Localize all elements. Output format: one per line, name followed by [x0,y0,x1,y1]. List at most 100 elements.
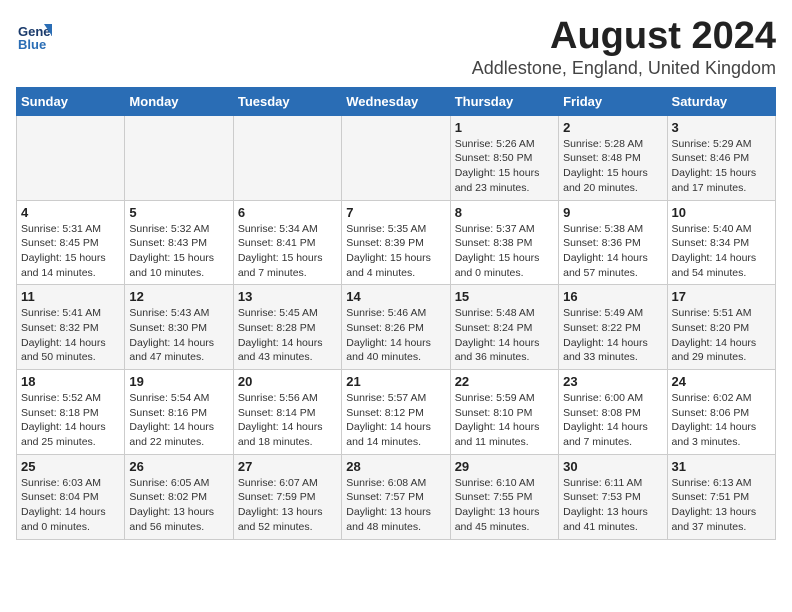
day-info: Sunrise: 6:08 AM Sunset: 7:57 PM Dayligh… [346,476,445,535]
calendar-cell: 15 Sunrise: 5:48 AM Sunset: 8:24 PM Dayli… [450,285,558,370]
day-number: 22 [455,374,554,389]
col-header-wednesday: Wednesday [342,87,450,115]
day-number: 29 [455,459,554,474]
day-info: Sunrise: 5:38 AM Sunset: 8:36 PM Dayligh… [563,222,662,281]
day-info: Sunrise: 5:43 AM Sunset: 8:30 PM Dayligh… [129,306,228,365]
day-number: 14 [346,289,445,304]
calendar-cell: 31 Sunrise: 6:13 AM Sunset: 7:51 PM Dayli… [667,454,775,539]
calendar-cell: 13 Sunrise: 5:45 AM Sunset: 8:28 PM Dayli… [233,285,341,370]
day-info: Sunrise: 5:32 AM Sunset: 8:43 PM Dayligh… [129,222,228,281]
day-info: Sunrise: 6:11 AM Sunset: 7:53 PM Dayligh… [563,476,662,535]
day-info: Sunrise: 5:48 AM Sunset: 8:24 PM Dayligh… [455,306,554,365]
day-number: 16 [563,289,662,304]
calendar-cell: 23 Sunrise: 6:00 AM Sunset: 8:08 PM Dayli… [559,370,667,455]
calendar-cell: 17 Sunrise: 5:51 AM Sunset: 8:20 PM Dayli… [667,285,775,370]
calendar-cell: 28Sunrise: 6:08 AM Sunset: 7:57 PM Dayli… [342,454,450,539]
day-number: 24 [672,374,771,389]
day-info: Sunrise: 6:03 AM Sunset: 8:04 PM Dayligh… [21,476,120,535]
day-info: Sunrise: 5:26 AM Sunset: 8:50 PM Dayligh… [455,137,554,196]
day-info: Sunrise: 5:46 AM Sunset: 8:26 PM Dayligh… [346,306,445,365]
day-info: Sunrise: 5:37 AM Sunset: 8:38 PM Dayligh… [455,222,554,281]
col-header-saturday: Saturday [667,87,775,115]
day-number: 19 [129,374,228,389]
logo-icon: General Blue [16,16,52,52]
day-number: 8 [455,205,554,220]
day-info: Sunrise: 6:13 AM Sunset: 7:51 PM Dayligh… [672,476,771,535]
calendar-cell: 8 Sunrise: 5:37 AM Sunset: 8:38 PM Daylig… [450,200,558,285]
day-info: Sunrise: 5:28 AM Sunset: 8:48 PM Dayligh… [563,137,662,196]
day-number: 13 [238,289,337,304]
col-header-monday: Monday [125,87,233,115]
calendar-cell: 12 Sunrise: 5:43 AM Sunset: 8:30 PM Dayli… [125,285,233,370]
day-number: 5 [129,205,228,220]
calendar-cell: 20Sunrise: 5:56 AM Sunset: 8:14 PM Dayli… [233,370,341,455]
day-number: 7 [346,205,445,220]
day-number: 9 [563,205,662,220]
day-number: 20 [238,374,337,389]
calendar-week-row: 18 Sunrise: 5:52 AM Sunset: 8:18 PM Dayli… [17,370,776,455]
calendar-cell: 1Sunrise: 5:26 AM Sunset: 8:50 PM Daylig… [450,115,558,200]
day-number: 6 [238,205,337,220]
day-number: 27 [238,459,337,474]
day-info: Sunrise: 5:29 AM Sunset: 8:46 PM Dayligh… [672,137,771,196]
day-info: Sunrise: 5:49 AM Sunset: 8:22 PM Dayligh… [563,306,662,365]
calendar-cell: 27 Sunrise: 6:07 AM Sunset: 7:59 PM Dayli… [233,454,341,539]
day-info: Sunrise: 6:10 AM Sunset: 7:55 PM Dayligh… [455,476,554,535]
day-info: Sunrise: 5:51 AM Sunset: 8:20 PM Dayligh… [672,306,771,365]
col-header-tuesday: Tuesday [233,87,341,115]
calendar-cell [125,115,233,200]
day-info: Sunrise: 5:59 AM Sunset: 8:10 PM Dayligh… [455,391,554,450]
day-info: Sunrise: 5:34 AM Sunset: 8:41 PM Dayligh… [238,222,337,281]
calendar-cell [342,115,450,200]
day-info: Sunrise: 5:31 AM Sunset: 8:45 PM Dayligh… [21,222,120,281]
day-info: Sunrise: 5:45 AM Sunset: 8:28 PM Dayligh… [238,306,337,365]
day-info: Sunrise: 5:57 AM Sunset: 8:12 PM Dayligh… [346,391,445,450]
calendar-cell: 24Sunrise: 6:02 AM Sunset: 8:06 PM Dayli… [667,370,775,455]
day-number: 31 [672,459,771,474]
day-info: Sunrise: 6:07 AM Sunset: 7:59 PM Dayligh… [238,476,337,535]
calendar-header-row: SundayMondayTuesdayWednesdayThursdayFrid… [17,87,776,115]
calendar-cell: 18 Sunrise: 5:52 AM Sunset: 8:18 PM Dayli… [17,370,125,455]
day-number: 25 [21,459,120,474]
calendar-cell [233,115,341,200]
calendar-cell: 3 Sunrise: 5:29 AM Sunset: 8:46 PM Daylig… [667,115,775,200]
calendar-title-area: August 2024 Addlestone, England, United … [472,16,776,79]
calendar-week-row: 1Sunrise: 5:26 AM Sunset: 8:50 PM Daylig… [17,115,776,200]
calendar-cell: 16 Sunrise: 5:49 AM Sunset: 8:22 PM Dayli… [559,285,667,370]
calendar-cell: 10 Sunrise: 5:40 AM Sunset: 8:34 PM Dayli… [667,200,775,285]
calendar-cell: 6 Sunrise: 5:34 AM Sunset: 8:41 PM Daylig… [233,200,341,285]
page-header: General Blue August 2024 Addlestone, Eng… [16,16,776,79]
calendar-cell: 22 Sunrise: 5:59 AM Sunset: 8:10 PM Dayli… [450,370,558,455]
calendar-cell: 7 Sunrise: 5:35 AM Sunset: 8:39 PM Daylig… [342,200,450,285]
day-number: 3 [672,120,771,135]
calendar-cell: 14 Sunrise: 5:46 AM Sunset: 8:26 PM Dayli… [342,285,450,370]
col-header-thursday: Thursday [450,87,558,115]
day-number: 10 [672,205,771,220]
day-number: 15 [455,289,554,304]
day-number: 11 [21,289,120,304]
day-number: 4 [21,205,120,220]
day-info: Sunrise: 5:35 AM Sunset: 8:39 PM Dayligh… [346,222,445,281]
calendar-cell: 19 Sunrise: 5:54 AM Sunset: 8:16 PM Dayli… [125,370,233,455]
day-number: 26 [129,459,228,474]
calendar-week-row: 4 Sunrise: 5:31 AM Sunset: 8:45 PM Daylig… [17,200,776,285]
calendar-cell: 29 Sunrise: 6:10 AM Sunset: 7:55 PM Dayli… [450,454,558,539]
col-header-sunday: Sunday [17,87,125,115]
calendar-cell: 9 Sunrise: 5:38 AM Sunset: 8:36 PM Daylig… [559,200,667,285]
calendar-table: SundayMondayTuesdayWednesdayThursdayFrid… [16,87,776,540]
day-info: Sunrise: 5:52 AM Sunset: 8:18 PM Dayligh… [21,391,120,450]
calendar-cell: 30Sunrise: 6:11 AM Sunset: 7:53 PM Dayli… [559,454,667,539]
day-info: Sunrise: 5:40 AM Sunset: 8:34 PM Dayligh… [672,222,771,281]
day-number: 23 [563,374,662,389]
calendar-cell: 26Sunrise: 6:05 AM Sunset: 8:02 PM Dayli… [125,454,233,539]
calendar-subtitle: Addlestone, England, United Kingdom [472,58,776,79]
day-number: 18 [21,374,120,389]
day-number: 21 [346,374,445,389]
calendar-cell: 21 Sunrise: 5:57 AM Sunset: 8:12 PM Dayli… [342,370,450,455]
day-info: Sunrise: 5:54 AM Sunset: 8:16 PM Dayligh… [129,391,228,450]
day-number: 12 [129,289,228,304]
day-info: Sunrise: 6:00 AM Sunset: 8:08 PM Dayligh… [563,391,662,450]
svg-text:Blue: Blue [18,37,46,52]
day-number: 17 [672,289,771,304]
calendar-cell [17,115,125,200]
